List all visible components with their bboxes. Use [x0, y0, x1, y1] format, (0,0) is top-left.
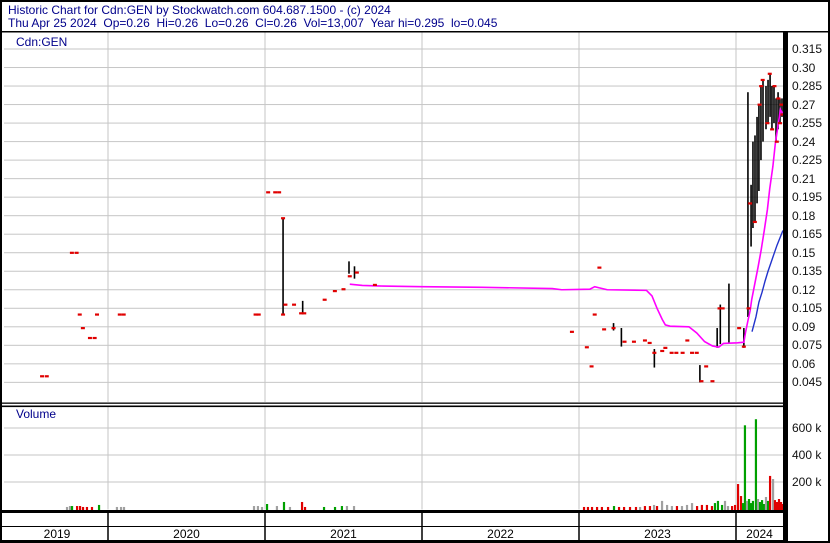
price-axis-label: 0.18 — [792, 209, 815, 223]
price-axis-label: 0.09 — [792, 320, 815, 334]
year-label: 2023 — [644, 527, 671, 541]
price-axis-label: 0.285 — [792, 79, 822, 93]
price-axis-label: 0.21 — [792, 172, 815, 186]
stock-chart-window: Historic Chart for Cdn:GEN by Stockwatch… — [0, 0, 830, 543]
volume-axis-label: 600 k — [792, 421, 821, 435]
price-axis-label: 0.27 — [792, 98, 815, 112]
chart-canvas — [2, 2, 830, 543]
volume-axis-label: 400 k — [792, 448, 821, 462]
price-axis-label: 0.24 — [792, 135, 815, 149]
price-axis-label: 0.15 — [792, 246, 815, 260]
quote-summary: Thu Apr 25 2024 Op=0.26 Hi=0.26 Lo=0.26 … — [8, 17, 497, 30]
year-label: 2024 — [746, 527, 773, 541]
price-axis-label: 0.255 — [792, 116, 822, 130]
year-label: 2021 — [330, 527, 357, 541]
volume-pane-label: Volume — [16, 407, 56, 421]
volume-axis-label: 200 k — [792, 475, 821, 489]
price-axis-label: 0.075 — [792, 338, 822, 352]
price-axis-label: 0.195 — [792, 190, 822, 204]
price-axis-label: 0.12 — [792, 283, 815, 297]
year-label: 2019 — [44, 527, 71, 541]
year-label: 2022 — [487, 527, 514, 541]
price-axis-label: 0.045 — [792, 375, 822, 389]
price-axis-label: 0.135 — [792, 264, 822, 278]
symbol-label: Cdn:GEN — [16, 35, 67, 49]
price-axis-label: 0.30 — [792, 61, 815, 75]
price-axis-label: 0.315 — [792, 42, 822, 56]
price-axis-label: 0.06 — [792, 357, 815, 371]
price-axis-label: 0.165 — [792, 227, 822, 241]
year-label: 2020 — [173, 527, 200, 541]
price-axis-label: 0.225 — [792, 153, 822, 167]
price-axis-label: 0.105 — [792, 301, 822, 315]
